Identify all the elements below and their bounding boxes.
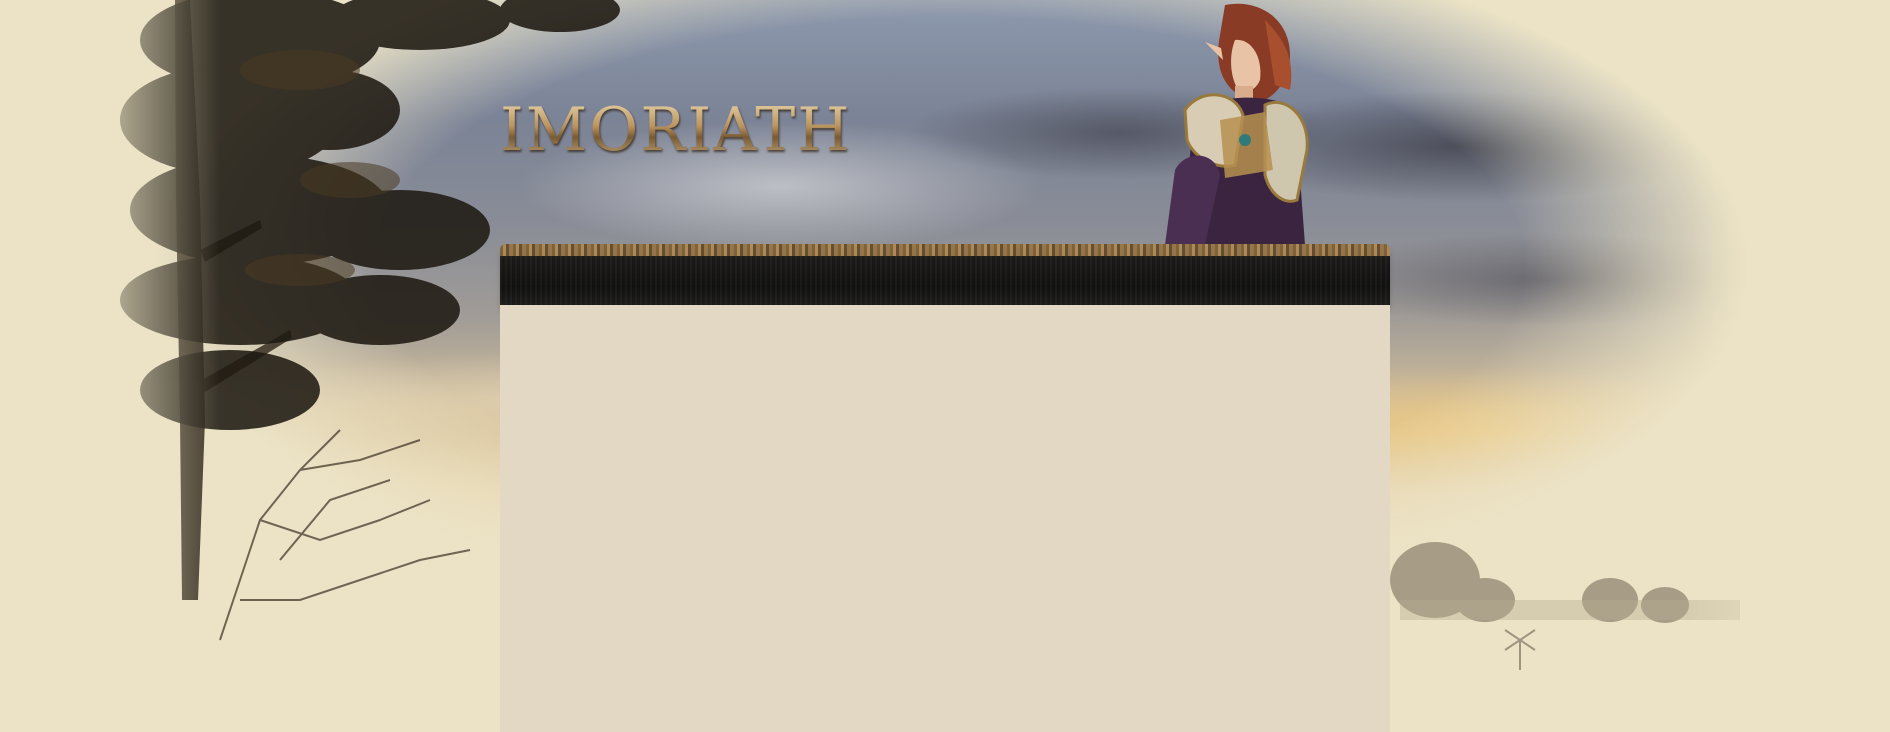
right-vignette (1690, 0, 1890, 732)
site-logo[interactable]: IMORIATH (500, 94, 852, 166)
content-panel-header (500, 244, 1390, 305)
content-panel-body (500, 305, 1390, 732)
elf-character-illustration (1165, 3, 1309, 245)
left-vignette (0, 0, 220, 732)
